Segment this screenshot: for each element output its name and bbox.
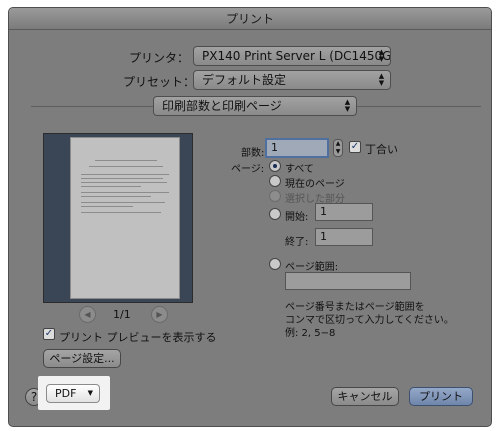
pages-from-radio[interactable]	[269, 208, 281, 220]
copies-field[interactable]: 1	[265, 138, 329, 158]
section-popup[interactable]: 印刷部数と印刷ページ ▲ ▼	[153, 96, 357, 116]
preset-value: デフォルト設定	[202, 73, 287, 87]
arrow-right-icon: ▶	[156, 310, 163, 319]
popup-arrows-icon: ▲ ▼	[378, 48, 385, 63]
collate-label: 丁合い	[365, 143, 398, 156]
cancel-button[interactable]: キャンセル	[331, 387, 399, 406]
prev-page-button[interactable]: ◀	[79, 306, 96, 323]
pages-all-label: すべて	[285, 164, 314, 175]
pages-from-field[interactable]: 1	[315, 203, 373, 221]
page-setup-button[interactable]: ページ設定...	[43, 349, 121, 368]
section-popup-value: 印刷部数と印刷ページ	[162, 99, 282, 113]
pages-range-field[interactable]	[285, 272, 411, 290]
print-dialog: プリント プリンタ： PX140 Print Server L (DC1450G…	[8, 7, 492, 427]
copies-label: 部数:	[241, 148, 265, 159]
pages-to-field[interactable]: 1	[315, 228, 373, 246]
print-button[interactable]: プリント	[409, 387, 473, 406]
pdf-label: PDF	[55, 387, 77, 400]
collate-checkbox[interactable]: ✓	[349, 141, 361, 153]
separator-left	[31, 106, 153, 107]
popup-arrows-icon: ▲ ▼	[378, 72, 385, 87]
window-title: プリント	[9, 8, 491, 30]
popup-arrows-icon: ▲ ▼	[344, 98, 351, 113]
printer-popup[interactable]: PX140 Print Server L (DC1450G... ▲ ▼	[193, 46, 391, 66]
show-preview-checkbox[interactable]: ✓	[43, 328, 55, 340]
pages-label: ページ:	[231, 164, 265, 175]
printer-value: PX140 Print Server L (DC1450G...	[202, 49, 391, 63]
next-page-button[interactable]: ▶	[151, 306, 168, 323]
page-indicator: 1/1	[113, 308, 131, 321]
print-preview	[43, 133, 193, 303]
pages-example: 例: 2, 5−8	[285, 328, 336, 339]
preset-label: プリセット：	[123, 75, 196, 89]
pages-from-label: 開始:	[285, 212, 309, 223]
check-icon: ✓	[350, 141, 360, 152]
preview-page	[70, 137, 180, 299]
printer-label: プリンタ：	[129, 51, 190, 65]
pages-all-radio[interactable]	[269, 160, 281, 172]
separator-right	[357, 106, 481, 107]
pages-range-radio[interactable]	[269, 258, 281, 270]
pages-current-label: 現在のページ	[285, 179, 345, 190]
check-icon: ✓	[44, 328, 54, 339]
pages-current-radio[interactable]	[269, 175, 281, 187]
pages-range-label: ページ範囲:	[285, 262, 339, 273]
preset-popup[interactable]: デフォルト設定 ▲ ▼	[193, 70, 391, 90]
pdf-button[interactable]: PDF ▼	[46, 384, 100, 403]
pages-to-label: 終了:	[285, 237, 309, 248]
copies-stepper[interactable]: ▲ ▼	[333, 139, 343, 157]
arrow-left-icon: ◀	[84, 310, 91, 319]
pages-selection-radio	[269, 190, 281, 202]
dropdown-arrow-icon: ▼	[87, 389, 93, 397]
show-preview-label: プリント プレビューを表示する	[59, 331, 217, 344]
